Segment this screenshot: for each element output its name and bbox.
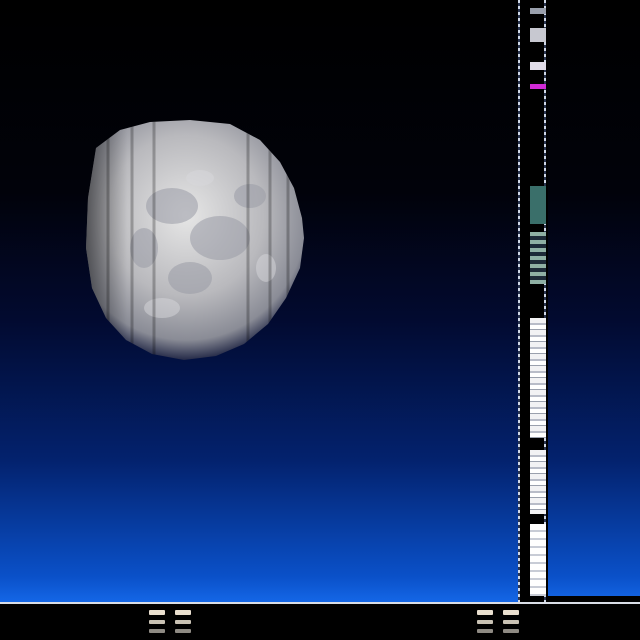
- thumb-list[interactable]: [530, 450, 546, 514]
- taskbar-item[interactable]: [174, 610, 192, 636]
- moon-graphic: [86, 120, 304, 360]
- app-icon: [477, 610, 493, 615]
- taskbar: [0, 602, 640, 640]
- thumb-header[interactable]: [530, 28, 546, 42]
- taskbar-item[interactable]: [476, 610, 494, 636]
- app-icon: [149, 610, 165, 615]
- side-thumbnail-panel: [518, 0, 548, 604]
- panel-left-edge: [518, 0, 520, 604]
- thumb-accent[interactable]: [530, 62, 546, 70]
- app-icon: [503, 610, 519, 615]
- taskbar-item[interactable]: [148, 610, 166, 636]
- thumb-app-2[interactable]: [530, 232, 546, 284]
- thumb-document[interactable]: [530, 318, 546, 438]
- app-icon: [175, 610, 191, 615]
- moon-wallpaper-image: [80, 118, 316, 362]
- desktop: [0, 0, 640, 640]
- thumb-header[interactable]: [530, 8, 546, 14]
- thumb-app-1[interactable]: [530, 186, 546, 224]
- thumb-footer[interactable]: [530, 524, 546, 596]
- thumb-accent[interactable]: [530, 84, 546, 89]
- taskbar-item[interactable]: [502, 610, 520, 636]
